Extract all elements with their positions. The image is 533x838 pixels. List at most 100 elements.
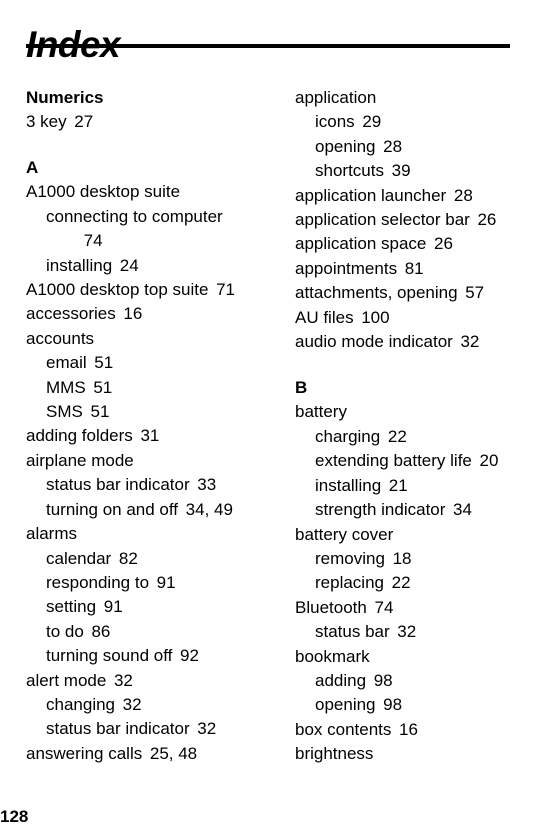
title-rule-divider (26, 44, 510, 48)
index-entry-term: icons (315, 112, 355, 132)
index-entry: installing 21 (295, 474, 533, 498)
index-entry-term: audio mode indicator (295, 332, 453, 352)
index-column-right: application icons 29 opening 28 shortcuts 39 ap… (295, 86, 533, 767)
index-entry: SMS 51 (26, 400, 264, 424)
index-entry: battery cover (295, 523, 533, 547)
index-section-heading: B (295, 378, 308, 398)
index-entry-locator: 91 (103, 597, 123, 617)
index-entry: application (295, 86, 533, 110)
index-entry: accessories 16 (26, 302, 264, 326)
index-entry-locator: 32 (197, 719, 217, 739)
index-entry-term: box contents (295, 719, 392, 739)
index-entry-locator: 34 (453, 500, 472, 520)
index-entry-term: status bar indicator (46, 719, 190, 739)
index-entry: application launcher 28 (295, 184, 533, 208)
index-entry-locator: 24 (119, 255, 139, 275)
index-entry-term: MMS (46, 377, 86, 397)
index-entry-term: A1000 desktop top suite (26, 280, 209, 300)
index-entry: brightness (295, 742, 533, 766)
index-entry: A1000 desktop suite (26, 180, 264, 204)
index-entry-locator: 29 (362, 112, 382, 132)
index-entry-term: alarms (26, 524, 78, 544)
index-entry-term: 3 key (26, 112, 67, 131)
index-entry: connecting to computer (26, 205, 264, 229)
page-number: 128 (0, 807, 29, 826)
index-entry-term: extending battery life (315, 451, 472, 471)
index-entry-locator: 100 (361, 307, 390, 327)
index-entry-term: Bluetooth (295, 597, 367, 617)
index-entry-term: responding to (46, 572, 150, 592)
index-entry: alarms (26, 522, 264, 546)
index-entry-locator: 16 (123, 304, 143, 324)
index-entry-locator: 51 (94, 353, 114, 373)
index-entry-locator: 28 (383, 136, 403, 156)
index-entry-term: adding folders (26, 426, 133, 446)
index-column-left: Numerics 3 key 27 A A1000 desktop suite conne… (26, 86, 264, 766)
index-entry-locator: 81 (404, 258, 424, 278)
index-entry: answering calls 25, 48 (26, 742, 264, 766)
index-entry-term: changing (46, 694, 116, 714)
index-entry-locator: 18 (392, 548, 412, 568)
index-entry-locator: 74 (374, 597, 394, 617)
index-entry-locator: 28 (453, 185, 473, 205)
index-entry: turning sound off 92 (26, 644, 264, 668)
index-entry: to do 86 (26, 620, 264, 644)
index-entry: Bluetooth 74 (295, 596, 533, 620)
index-entry-term: battery (295, 402, 347, 422)
index-entry: 3 key 27 (26, 110, 264, 134)
index-entry-locator: 25, 48 (149, 743, 198, 763)
index-entry-locator: 22 (387, 426, 407, 446)
index-section-heading: A (26, 158, 39, 178)
index-entry-term: accounts (26, 328, 95, 348)
index-entry: status bar 32 (295, 620, 533, 644)
index-entry: opening 98 (295, 693, 533, 717)
index-entry-term: calendar (46, 548, 112, 568)
index-entry: AU files 100 (295, 306, 533, 330)
index-entry-term: email (46, 353, 87, 373)
index-entry-term: appointments (295, 258, 398, 278)
index-entry-term: installing (315, 475, 382, 495)
index-entry: installing 24 (26, 254, 264, 278)
index-entry-locator: 27 (74, 112, 94, 131)
index-entry-locator: 98 (383, 695, 403, 715)
index-entry-term: answering calls (26, 743, 143, 763)
index-section-heading: Numerics (26, 88, 104, 107)
index-entry-locator: 32 (113, 670, 133, 690)
index-entry-term: removing (315, 548, 385, 568)
index-entry-term: strength indicator (315, 500, 446, 520)
index-entry-term: replacing (315, 573, 384, 593)
index-entry-term: accessories (26, 304, 116, 324)
index-entry-term: A1000 desktop suite (26, 182, 181, 202)
index-entry-locator: 16 (399, 719, 418, 739)
index-entry: setting 91 (26, 595, 264, 619)
index-entry-term: opening (315, 136, 376, 156)
index-entry: battery (295, 400, 533, 424)
index-entry-term: to do (46, 621, 84, 641)
index-entry-term: application (295, 88, 377, 107)
index-entry: extending battery life 20 (295, 449, 533, 473)
index-entry-term: alert mode (26, 670, 107, 690)
index-entry: strength indicator 34 (295, 498, 533, 522)
index-entry: bookmark (295, 645, 533, 669)
index-entry-locator: 86 (91, 621, 111, 641)
index-entry-locator: 57 (465, 283, 485, 303)
index-entry-term: application selector bar (295, 210, 470, 230)
index-entry-term: airplane mode (26, 450, 134, 470)
index-entry-term: application launcher (295, 185, 447, 205)
index-entry: status bar indicator 32 (26, 717, 264, 741)
index-entry-locator: 98 (373, 670, 393, 690)
index-entry-locator: 91 (156, 572, 176, 592)
index-entry-term: status bar (315, 622, 390, 642)
index-entry-locator: 26 (434, 234, 453, 254)
index-entry: status bar indicator 33 (26, 473, 264, 497)
index-entry: email 51 (26, 351, 264, 375)
index-entry-term: turning sound off (46, 646, 173, 666)
index-entry: A1000 desktop top suite 71 (26, 278, 264, 302)
index-entry: changing 32 (26, 693, 264, 717)
index-entry-locator: 82 (118, 548, 138, 568)
index-page: Index Numerics 3 key 27 A A1000 desktop suit… (0, 0, 533, 838)
index-entry: application selector bar 26 (295, 208, 533, 232)
index-entry: box contents 16 (295, 718, 533, 742)
index-entry: accounts (26, 327, 264, 351)
index-entry-locator: 26 (477, 210, 497, 230)
